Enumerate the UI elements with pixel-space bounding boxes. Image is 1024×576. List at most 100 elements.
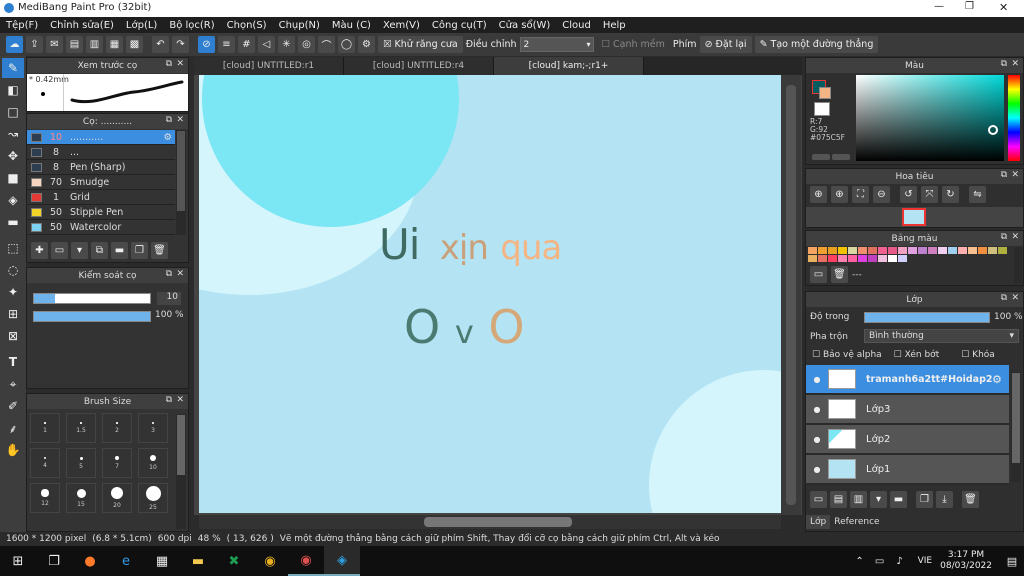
perspective-snap-icon[interactable]: ◁	[258, 36, 275, 53]
redo-icon[interactable]: ↷	[172, 36, 189, 53]
palette-swatch[interactable]	[838, 247, 847, 254]
clip-checkbox[interactable]: ☐ Xén bớt	[894, 350, 940, 360]
hue-slider[interactable]	[1008, 75, 1020, 161]
brush-list-item[interactable]: 50 Stipple Pen	[27, 205, 175, 220]
page-icon[interactable]: ▥	[86, 36, 103, 53]
popout-icon[interactable]: ⧉	[166, 115, 172, 125]
layer-menu-icon[interactable]: ▾	[870, 491, 887, 508]
menu-filter[interactable]: Bộ lọc(R)	[163, 20, 220, 31]
flip-icon[interactable]: ⇋	[969, 186, 986, 203]
tab-document-2[interactable]: [cloud] UNTITLED:r4	[344, 57, 494, 75]
brush-tool-icon[interactable]: ✎	[2, 58, 24, 78]
tab-reference[interactable]: Reference	[830, 515, 883, 529]
brush-list-item[interactable]: 10........... ⚙	[27, 130, 175, 145]
brush-menu-icon[interactable]: ▾	[71, 241, 88, 259]
reset-view-icon[interactable]: ⤧	[921, 186, 938, 203]
palette-swatch[interactable]	[858, 247, 867, 254]
palette-swatch[interactable]	[808, 247, 817, 254]
palette-swatch[interactable]	[848, 247, 857, 254]
fit-icon[interactable]: ⛶	[852, 186, 869, 203]
menu-edit[interactable]: Chỉnh sửa(E)	[44, 20, 120, 31]
select-tool-icon[interactable]: ⬚	[2, 238, 24, 258]
secondary-color-swatch[interactable]	[819, 87, 831, 99]
straight-line-button[interactable]: ✎ Tạo một đường thẳng	[754, 36, 879, 53]
close-icon[interactable]: ✕	[176, 115, 184, 125]
brush-size-option[interactable]: 25	[138, 483, 168, 513]
adjust-select[interactable]: 2 ▾	[519, 37, 594, 52]
palette-swatch[interactable]	[818, 247, 827, 254]
panel-icon[interactable]: ▦	[106, 36, 123, 53]
undo-icon[interactable]: ↶	[152, 36, 169, 53]
palette-swatch[interactable]	[978, 247, 987, 254]
scrollbar[interactable]	[176, 130, 186, 235]
menu-capture[interactable]: Chụp(N)	[273, 20, 326, 31]
close-icon[interactable]: ✕	[1011, 170, 1019, 180]
popout-icon[interactable]: ⧉	[1001, 293, 1007, 303]
palette-swatch[interactable]	[908, 247, 917, 254]
medibang-icon[interactable]: ◈	[324, 546, 360, 576]
menu-window[interactable]: Cửa sổ(W)	[493, 20, 557, 31]
zoom-in-alt-icon[interactable]: ⊕	[831, 186, 848, 203]
size-value[interactable]: 10	[157, 292, 181, 305]
close-icon[interactable]: ✕	[1011, 232, 1019, 242]
palette-swatch[interactable]	[818, 255, 827, 262]
text-tool-icon[interactable]: T	[2, 352, 24, 372]
layer-row[interactable]: ● Lớp2	[806, 425, 1009, 455]
brush-list-item[interactable]: 8 Pen (Sharp)	[27, 160, 175, 175]
menu-help[interactable]: Help	[597, 20, 632, 31]
windows-start-icon[interactable]: ⊞	[0, 546, 36, 576]
select-pen-tool-icon[interactable]: ⊞	[2, 304, 24, 324]
close-icon[interactable]: ✕	[1011, 59, 1019, 69]
palette-swatch[interactable]	[918, 247, 927, 254]
palette-swatch[interactable]	[898, 247, 907, 254]
brush-size-option[interactable]: 1	[30, 413, 60, 443]
task-view-icon[interactable]: ❐	[36, 546, 72, 576]
minimize-button[interactable]: —	[934, 1, 944, 12]
store-icon[interactable]: ▦	[144, 546, 180, 576]
scrollbar[interactable]	[1011, 372, 1021, 482]
popout-icon[interactable]: ⧉	[1001, 59, 1007, 69]
close-icon[interactable]: ✕	[176, 395, 184, 405]
palette-swatch[interactable]	[848, 255, 857, 262]
operation-tool-icon[interactable]: ⌖	[2, 374, 24, 394]
brush-size-option[interactable]: 15	[66, 483, 96, 513]
palette-swatch[interactable]	[868, 247, 877, 254]
popout-icon[interactable]: ⧉	[166, 59, 172, 69]
comment-icon[interactable]: ✉	[46, 36, 63, 53]
menu-tools[interactable]: Công cụ(T)	[426, 20, 493, 31]
excel-icon[interactable]: ✖	[216, 546, 252, 576]
navigator-preview[interactable]	[806, 207, 1023, 227]
brush-size-option[interactable]: 5	[66, 448, 96, 478]
menu-select[interactable]: Chọn(S)	[221, 20, 273, 31]
lock-checkbox[interactable]: ☐ Khóa	[961, 350, 995, 360]
folder-icon[interactable]: ▬	[111, 241, 128, 259]
folder-icon[interactable]: ▬	[890, 491, 907, 508]
palette-swatch[interactable]	[988, 247, 997, 254]
zoom-in-icon[interactable]: ⊕	[810, 186, 827, 203]
gradient-tool-icon[interactable]: ▬	[2, 212, 24, 232]
curve-snap-icon[interactable]: ⌒	[318, 36, 335, 53]
palette-swatch[interactable]	[928, 247, 937, 254]
gear-icon[interactable]: ⚙	[992, 373, 1002, 386]
settings-icon[interactable]: ⚙	[358, 36, 375, 53]
cloud-icon[interactable]: ☁	[6, 36, 23, 53]
reset-button[interactable]: ⊘ Đặt lại	[699, 36, 752, 53]
radial-snap-icon[interactable]: ✳	[278, 36, 295, 53]
color-tab-2[interactable]	[832, 154, 850, 160]
size-slider[interactable]	[33, 293, 151, 304]
blend-mode-select[interactable]: Bình thường ▾	[864, 329, 1019, 343]
scrollbar[interactable]	[176, 414, 186, 529]
visibility-icon[interactable]: ●	[806, 405, 828, 414]
popout-icon[interactable]: ⧉	[166, 395, 172, 405]
canvas[interactable]: Ui xịn qua O v O	[199, 75, 781, 513]
edge-toggle[interactable]: ☐ Cạnh mềm	[597, 36, 670, 53]
volume-icon[interactable]: ♪	[890, 546, 910, 576]
brush-size-option[interactable]: 10	[138, 448, 168, 478]
language-indicator[interactable]: VIE	[918, 556, 933, 566]
palette-swatch[interactable]	[808, 255, 817, 262]
brush-size-option[interactable]: 12	[30, 483, 60, 513]
rotate-right-icon[interactable]: ↻	[942, 186, 959, 203]
dropper-tool-icon[interactable]: ⸙	[2, 418, 24, 438]
new-layer-icon[interactable]: ▭	[810, 491, 827, 508]
new-brush-icon[interactable]: ▭	[51, 241, 68, 259]
